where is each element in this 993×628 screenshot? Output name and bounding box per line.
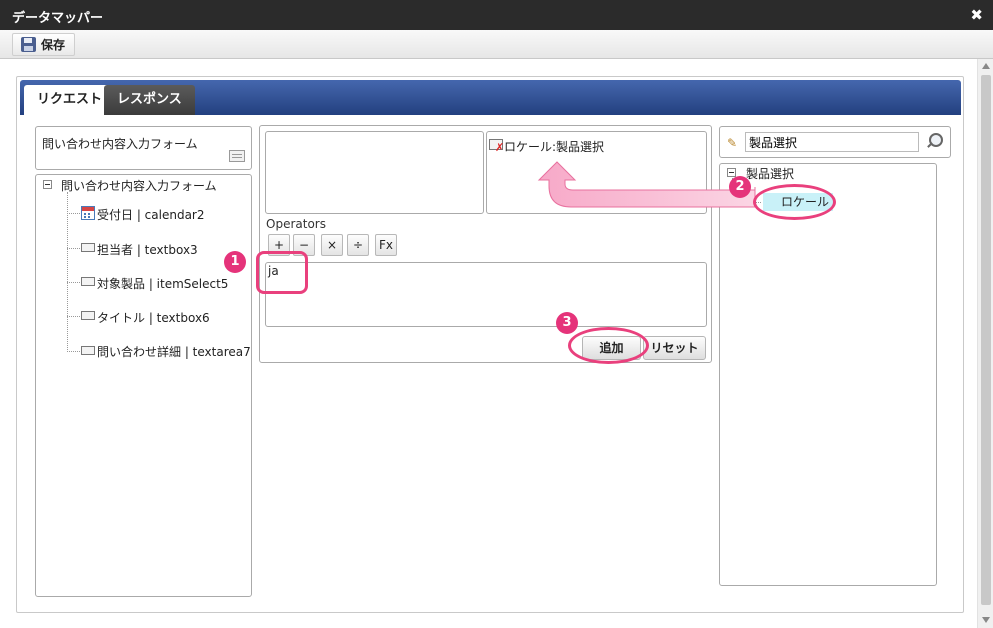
operators-label: Operators [266,217,326,231]
source-drop-area[interactable] [265,131,484,214]
scroll-up-icon[interactable] [982,63,990,69]
floppy-disk-icon [21,37,36,52]
tree-connector [67,351,80,352]
tree-item-calendar2[interactable]: 受付日 | calendar2 [97,206,205,223]
form-list-icon[interactable] [229,150,245,162]
form-name: 問い合わせ内容入力フォーム [42,137,198,151]
title-bar: データマッパー ✖ [0,0,993,30]
collapse-icon[interactable] [43,180,52,189]
vertical-scrollbar[interactable] [977,59,993,628]
tree-item-textbox3[interactable]: 担当者 | textbox3 [97,241,198,258]
tree-connector [67,282,80,283]
scroll-down-icon[interactable] [982,617,990,623]
textarea-field-icon [81,346,95,355]
toolbar: 保存 [0,30,993,59]
select-field-icon [81,277,95,286]
reset-button[interactable]: リセット [643,336,706,360]
response-field-tree [719,163,937,586]
pencil-icon: ✎ [727,136,738,150]
tree-connector [67,192,68,352]
tree-item-textarea7[interactable]: 問い合わせ詳細 | textarea7 [97,343,251,360]
expression-input[interactable] [265,262,707,327]
scroll-thumb[interactable] [981,75,991,605]
tree-item-textbox6[interactable]: タイトル | textbox6 [97,309,210,326]
step-badge-1: 1 [224,251,246,273]
calendar-icon [81,206,95,220]
step-badge-2: 2 [729,176,751,198]
tab-request[interactable]: リクエスト [24,85,116,115]
right-tree-root-label[interactable]: 製品選択 [746,165,794,182]
save-button-label: 保存 [41,38,66,52]
operator-minus-button[interactable]: − [293,234,315,256]
tree-connector [732,202,761,203]
operator-function-button[interactable]: Fx [375,234,397,256]
tree-connector [67,213,80,214]
tree-connector [67,316,80,317]
step-badge-3: 3 [556,312,578,334]
textbox-field-icon [81,243,95,252]
window-title: データマッパー [12,11,104,26]
tree-item-itemselect5[interactable]: 対象製品 | itemSelect5 [97,275,228,292]
tab-bar: リクエスト レスポンス [20,80,961,115]
close-icon[interactable]: ✖ [970,6,983,24]
mapping-target-label: ロケール:製品選択 [504,140,605,154]
collapse-icon[interactable] [727,168,736,177]
tree-connector [67,248,80,249]
expression-value: ja [268,264,279,278]
tree-root-label[interactable]: 問い合わせ内容入力フォーム [61,177,217,194]
tree-item-locale-label: ロケール [781,195,830,209]
textbox-field-icon [81,311,95,320]
tree-item-locale[interactable]: ロケール [763,193,834,211]
operator-divide-button[interactable]: ÷ [347,234,369,256]
add-button[interactable]: 追加 [582,336,641,360]
search-icon[interactable] [925,132,943,150]
operator-plus-button[interactable]: + [268,234,290,256]
operator-multiply-button[interactable]: × [321,234,343,256]
search-input[interactable] [745,132,919,152]
tab-response[interactable]: レスポンス [104,85,195,115]
save-button[interactable]: 保存 [12,33,76,56]
delete-mark-icon[interactable]: ✗ [495,141,504,154]
